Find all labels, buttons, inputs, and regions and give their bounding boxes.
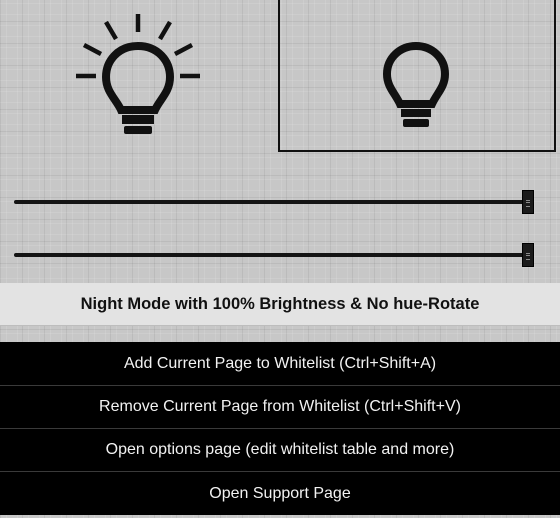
open-support-button[interactable]: Open Support Page <box>0 472 560 515</box>
remove-from-whitelist-button[interactable]: Remove Current Page from Whitelist (Ctrl… <box>0 386 560 429</box>
lightbulb-on-icon[interactable] <box>74 12 202 140</box>
slider-track[interactable] <box>14 200 528 204</box>
open-options-button[interactable]: Open options page (edit whitelist table … <box>0 429 560 472</box>
action-menu: Add Current Page to Whitelist (Ctrl+Shif… <box>0 342 560 515</box>
mode-status-text: Night Mode with 100% Brightness & No hue… <box>0 283 560 326</box>
brightness-slider[interactable] <box>14 190 534 214</box>
hue-rotate-slider[interactable] <box>14 243 534 267</box>
light-off-option[interactable] <box>278 0 556 152</box>
slider-thumb[interactable] <box>522 243 534 267</box>
slider-thumb[interactable] <box>522 190 534 214</box>
lightbulb-off-icon <box>382 42 450 127</box>
night-mode-popup: Night Mode with 100% Brightness & No hue… <box>0 0 560 518</box>
slider-track[interactable] <box>14 253 528 257</box>
add-to-whitelist-button[interactable]: Add Current Page to Whitelist (Ctrl+Shif… <box>0 342 560 386</box>
